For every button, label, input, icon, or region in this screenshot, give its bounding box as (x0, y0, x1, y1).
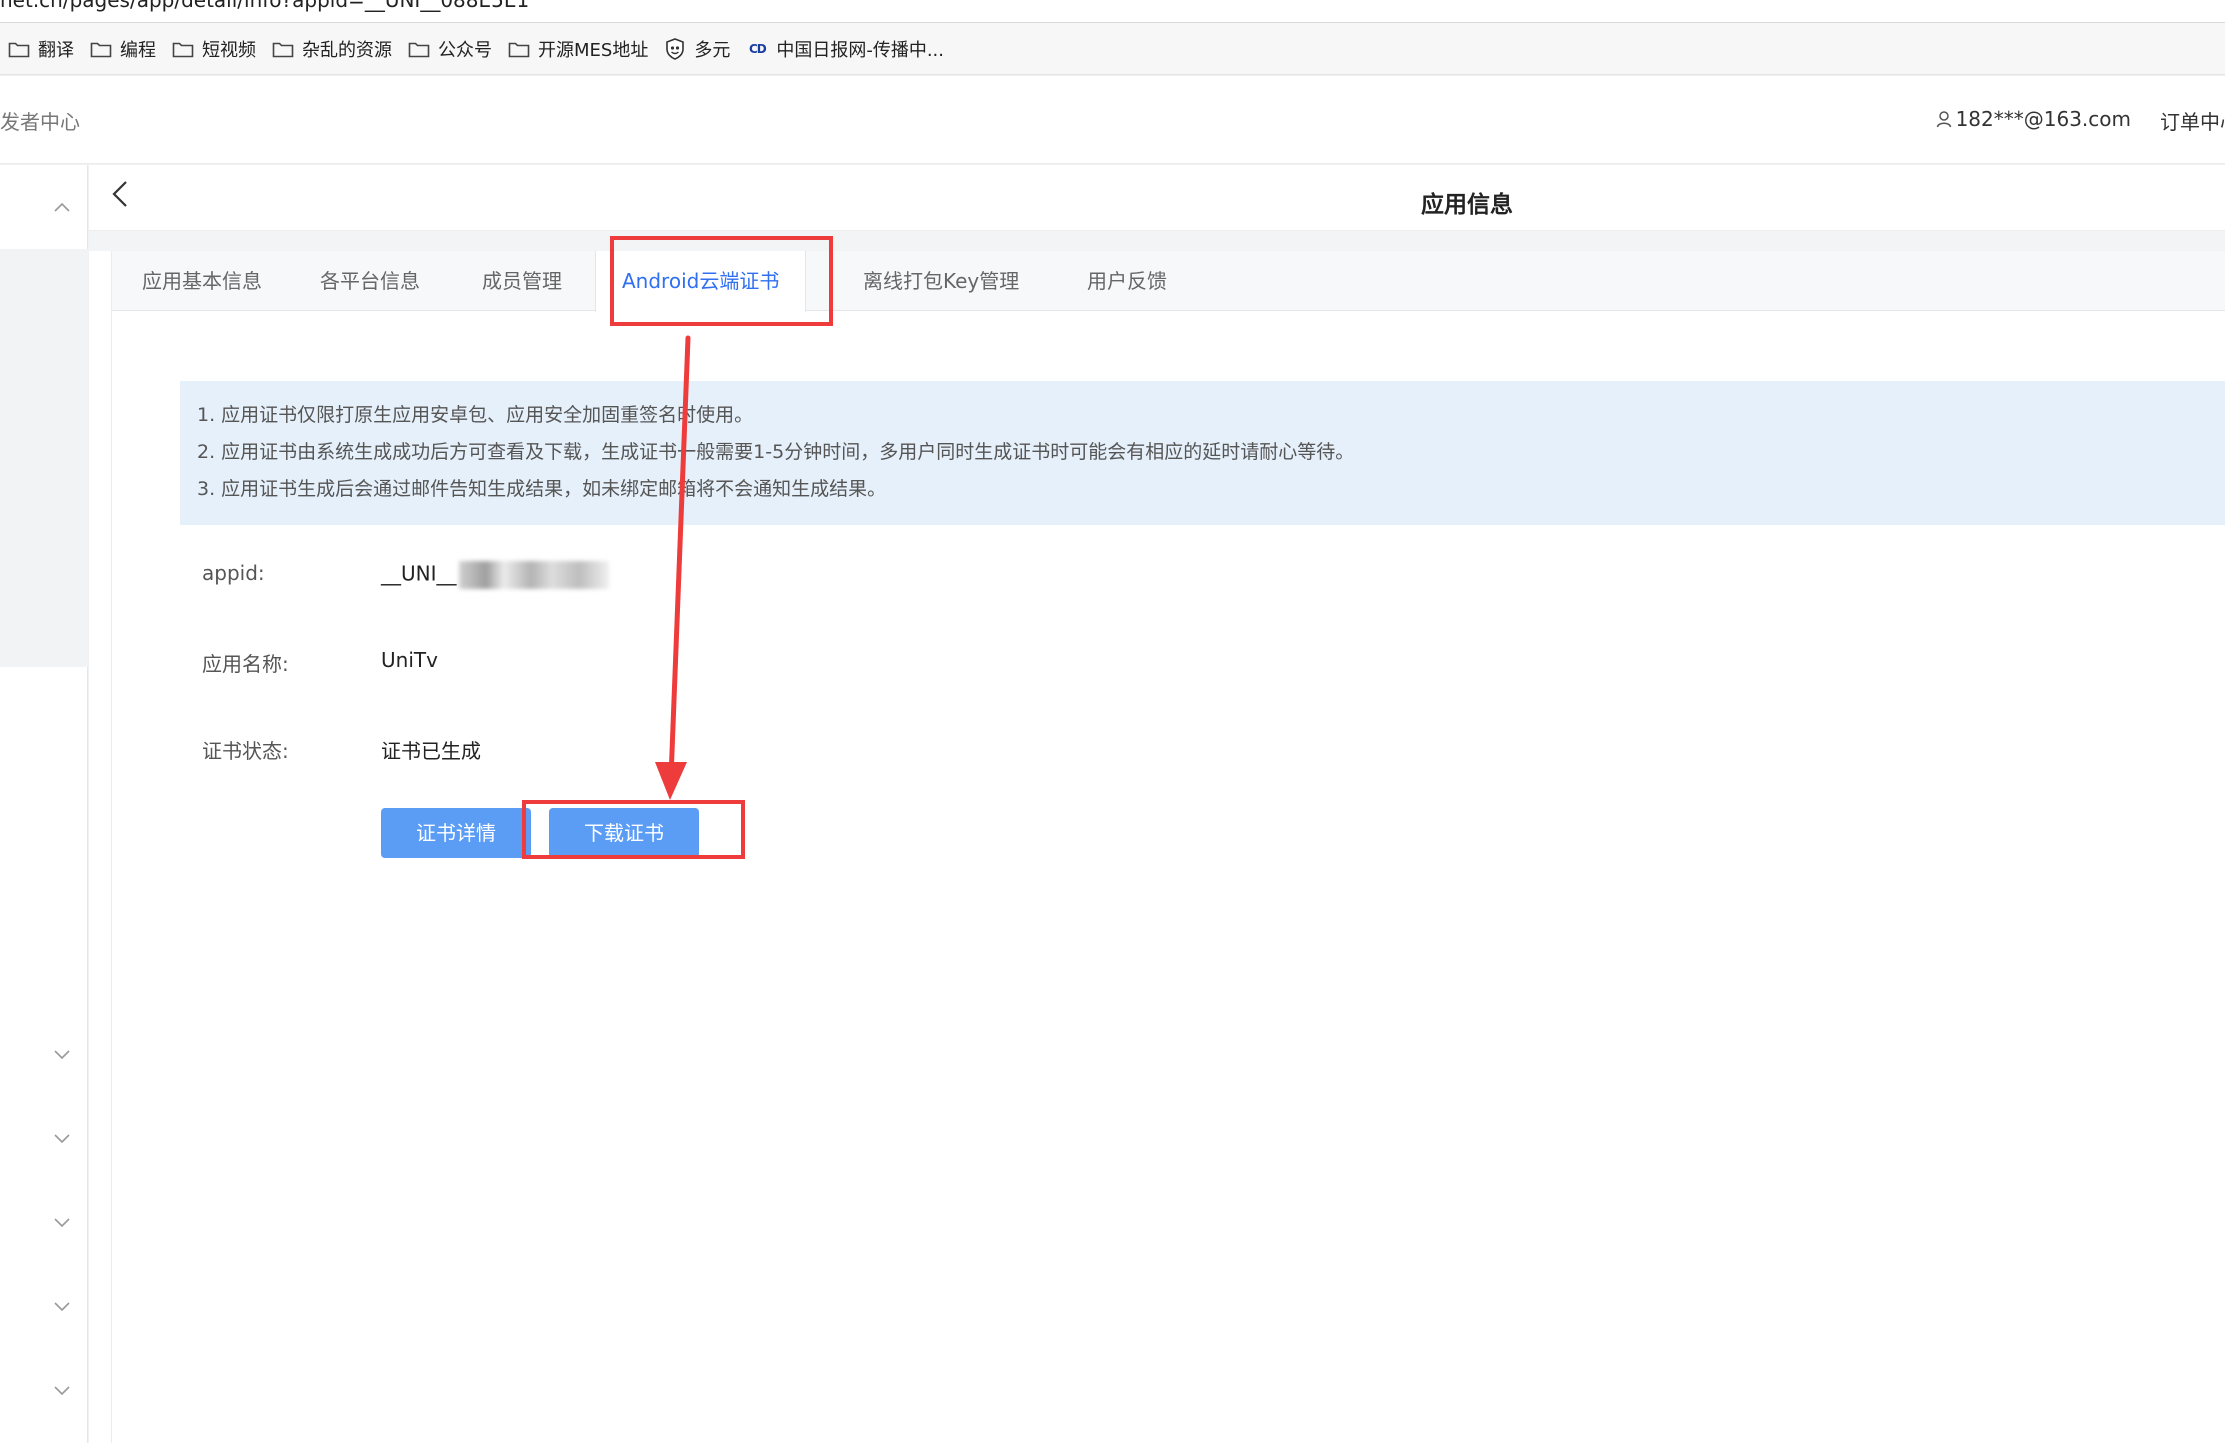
tab-bar: 应用基本信息 各平台信息 成员管理 Android云端证书 离线打包Key管理 … (112, 251, 2225, 312)
cert-detail-button[interactable]: 证书详情 (381, 808, 531, 858)
main-content: 应用信息 应用基本信息 各平台信息 成员管理 Android云端证书 离线打包K… (89, 165, 2225, 1443)
order-center-link[interactable]: 订单中心 (2160, 106, 2225, 135)
user-icon (1936, 110, 1952, 128)
cd-logo-icon: CD (748, 41, 767, 56)
user-account[interactable]: 182***@163.com (1936, 107, 2131, 131)
tab-android-cert[interactable]: Android云端证书 (595, 251, 807, 312)
bookmark-translate[interactable]: 翻译 (4, 29, 86, 69)
bookmark-label: 杂乱的资源 (302, 39, 392, 61)
redacted-blur (458, 561, 609, 589)
bookmark-mes[interactable]: 开源MES地址 (504, 29, 660, 69)
cert-status-value: 证书已生成 (381, 739, 481, 763)
app-header: 发者中心 182***@163.com 订单中心 (0, 76, 2225, 164)
notice-line: 1. 应用证书仅限打原生应用安卓包、应用安全加固重签名时使用。 (197, 404, 754, 426)
bookmark-label: 公众号 (438, 39, 492, 61)
app-name-value: UniTv (381, 648, 438, 672)
appid-value: __UNI__ (381, 561, 609, 589)
user-email: 182***@163.com (1955, 107, 2131, 131)
page-titlebar: 应用信息 (89, 165, 2225, 231)
notice-line: 3. 应用证书生成后会通过邮件告知生成结果，如未绑定邮箱将不会通知生成结果。 (197, 478, 887, 500)
chevron-down-icon[interactable] (52, 1129, 72, 1149)
appid-text: __UNI__ (381, 561, 457, 586)
sidebar-active-group (0, 249, 88, 667)
brand-title[interactable]: 发者中心 (0, 106, 80, 135)
appid-label: appid: (202, 561, 265, 585)
chevron-down-icon[interactable] (52, 1045, 72, 1065)
bookmarks-bar: 翻译 编程 短视频 杂乱的资源 公众号 开源MES地址 多元 CD 中国日报网- (0, 23, 2225, 75)
notice-box: 1. 应用证书仅限打原生应用安卓包、应用安全加固重签名时使用。 2. 应用证书由… (180, 381, 2225, 525)
download-cert-button[interactable]: 下载证书 (549, 808, 699, 858)
bookmark-resources[interactable]: 杂乱的资源 (268, 29, 404, 69)
address-url[interactable]: net.cn/pages/app/detail/info?appid=__UNI… (0, 0, 529, 12)
bookmark-short-video[interactable]: 短视频 (168, 29, 268, 69)
chevron-down-icon[interactable] (52, 1297, 72, 1317)
tab-basic-info[interactable]: 应用基本信息 (142, 251, 262, 311)
chevron-down-icon[interactable] (52, 1213, 72, 1233)
app-name-label: 应用名称: (202, 652, 289, 676)
bookmark-label: 翻译 (38, 39, 74, 61)
bookmark-label: 短视频 (202, 39, 256, 61)
address-bar[interactable]: net.cn/pages/app/detail/info?appid=__UNI… (0, 0, 2225, 23)
bookmark-programming[interactable]: 编程 (86, 29, 168, 69)
divider-band (89, 231, 2225, 251)
bookmark-duoyuan[interactable]: 多元 (660, 29, 742, 69)
bookmark-label: 编程 (120, 39, 156, 61)
tab-members[interactable]: 成员管理 (482, 251, 562, 311)
bookmark-chinadaily[interactable]: CD 中国日报网-传播中... (742, 29, 956, 69)
folder-icon (406, 36, 432, 62)
back-button[interactable] (105, 179, 135, 209)
screen: net.cn/pages/app/detail/info?appid=__UNI… (0, 0, 2225, 1443)
bookmark-official-account[interactable]: 公众号 (404, 29, 504, 69)
chevron-left-icon (112, 181, 127, 207)
tab-feedback[interactable]: 用户反馈 (1087, 251, 1167, 311)
notice-line: 2. 应用证书由系统生成成功后方可查看及下载，生成证书一般需要1-5分钟时间，多… (197, 441, 1355, 463)
bookmark-label: 开源MES地址 (538, 39, 649, 61)
detail-card: 应用基本信息 各平台信息 成员管理 Android云端证书 离线打包Key管理 … (111, 251, 2225, 1443)
sidebar (0, 165, 88, 1443)
shield-logo-icon (662, 36, 688, 62)
page-title: 应用信息 (1421, 192, 1513, 218)
bookmark-label: 中国日报网-传播中... (776, 39, 945, 61)
folder-icon (88, 36, 114, 62)
folder-icon (170, 36, 196, 62)
tab-platform-info[interactable]: 各平台信息 (320, 251, 420, 311)
tab-offline-key[interactable]: 离线打包Key管理 (863, 251, 1019, 311)
folder-icon (6, 36, 32, 62)
folder-icon (270, 36, 296, 62)
cert-status-label: 证书状态: (202, 739, 289, 763)
chevron-down-icon[interactable] (52, 1381, 72, 1401)
chevron-up-icon[interactable] (52, 197, 72, 217)
bookmark-label: 多元 (694, 39, 731, 61)
folder-icon (506, 36, 532, 62)
